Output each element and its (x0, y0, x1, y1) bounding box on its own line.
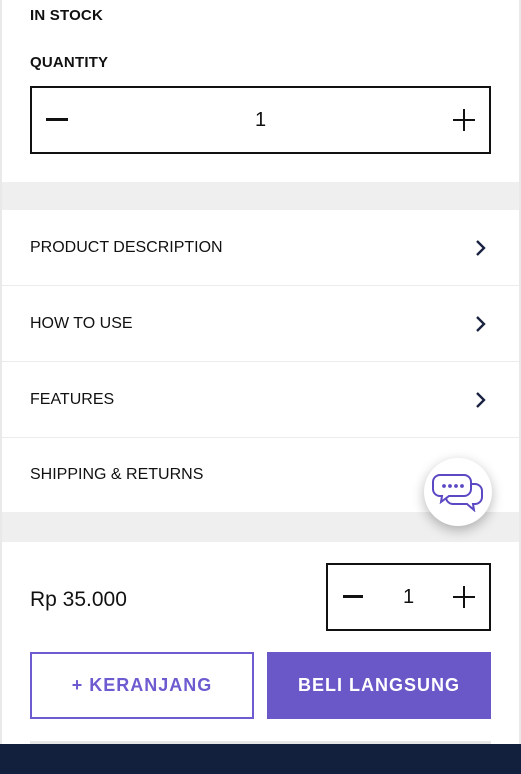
accordion-item-label: PRODUCT DESCRIPTION (30, 238, 223, 256)
decrease-quantity-button[interactable] (42, 105, 72, 135)
minus-icon (343, 595, 363, 598)
accordion-item-product-description[interactable]: PRODUCT DESCRIPTION (2, 210, 519, 286)
quantity-stepper: 1 (30, 86, 491, 154)
quantity-value[interactable]: 1 (368, 586, 449, 609)
product-price: Rp 35.000 (30, 588, 127, 611)
chevron-right-icon (473, 391, 489, 409)
stock-status: IN STOCK (30, 7, 103, 24)
accordion-item-features[interactable]: FEATURES (2, 362, 519, 438)
footer-bar (0, 744, 521, 774)
accordion-item-label: SHIPPING & RETURNS (30, 466, 204, 483)
add-to-cart-button[interactable]: + KERANJANG (30, 652, 254, 719)
increase-quantity-button[interactable] (449, 582, 479, 612)
chat-button[interactable] (424, 458, 492, 526)
plus-icon (453, 109, 475, 131)
buy-now-button[interactable]: BELI LANGSUNG (267, 652, 491, 719)
quantity-value[interactable]: 1 (72, 109, 449, 132)
chat-icon (432, 474, 483, 512)
accordion-item-label: HOW TO USE (30, 314, 133, 332)
increase-quantity-button[interactable] (449, 105, 479, 135)
chevron-right-icon (473, 239, 489, 257)
accordion-item-label: FEATURES (30, 390, 115, 408)
plus-icon (453, 586, 475, 608)
chevron-right-icon (473, 315, 489, 333)
minus-icon (46, 118, 68, 121)
decrease-quantity-button[interactable] (338, 582, 368, 612)
accordion-item-how-to-use[interactable]: HOW TO USE (2, 286, 519, 362)
section-divider (2, 182, 519, 210)
quantity-label: QUANTITY (30, 54, 109, 71)
purchase-quantity-stepper: 1 (326, 563, 491, 631)
